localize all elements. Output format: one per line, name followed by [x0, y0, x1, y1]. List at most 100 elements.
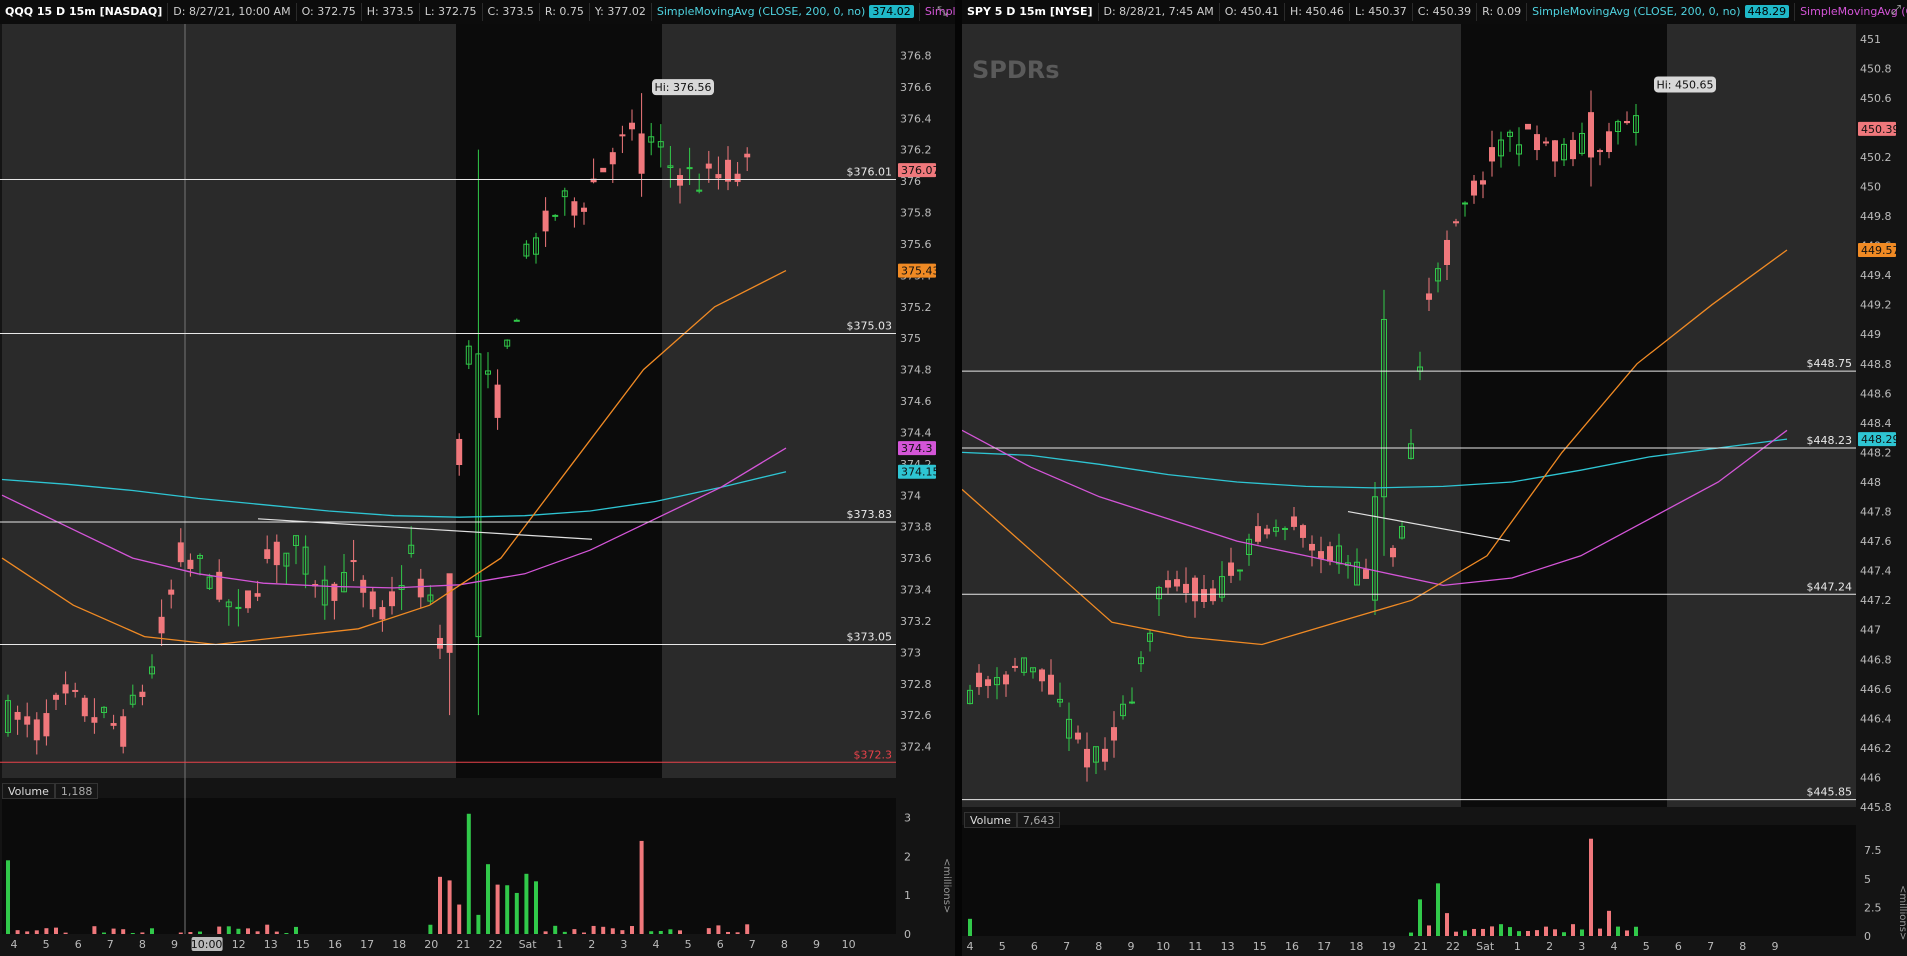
- volume-bar: [1589, 838, 1593, 936]
- candle-body: [43, 713, 50, 737]
- price-tag-label: 374.3: [901, 442, 933, 455]
- candle-body: [379, 607, 386, 620]
- price-level-label: $373.05: [847, 630, 893, 643]
- candle-body: [542, 210, 549, 232]
- x-tick-label: 22: [1446, 940, 1460, 953]
- y-tick-label: 375.8: [900, 207, 932, 220]
- candle-body: [1525, 123, 1531, 130]
- y-tick-label: 446: [1860, 771, 1881, 784]
- x-tick-label: 22: [489, 938, 503, 951]
- volume-tick-label: 0: [1864, 930, 1871, 943]
- y-tick-label: 449.2: [1860, 299, 1892, 312]
- volume-bar: [572, 929, 577, 934]
- price-tag-label: 448.29: [1861, 433, 1900, 446]
- x-tick-label: 8: [139, 938, 146, 951]
- x-tick-label: 13: [264, 938, 278, 951]
- volume-bar: [6, 860, 10, 934]
- volume-bar: [1481, 928, 1485, 936]
- volume-bar: [1418, 899, 1422, 936]
- spy-chart-panel[interactable]: SPY 5 D 15m [NYSE] D: 8/28/21, 7:45 AM O…: [962, 0, 1907, 956]
- candle-body: [235, 606, 242, 609]
- volume-bar: [486, 864, 490, 934]
- candle-body: [1300, 525, 1306, 538]
- candle-body: [985, 679, 991, 686]
- volume-bar: [543, 931, 548, 934]
- volume-bar: [476, 914, 481, 934]
- candle-body: [734, 173, 741, 182]
- volume-bar: [34, 930, 39, 934]
- candle-body: [1210, 588, 1216, 602]
- x-tick-label: 13: [1221, 940, 1235, 953]
- volume-bar: [1634, 926, 1638, 936]
- candle-body: [600, 167, 607, 173]
- candle-body: [1453, 221, 1459, 224]
- candle-body: [581, 207, 587, 212]
- y-tick-label: 448.8: [1860, 358, 1892, 371]
- volume-tick-label: 2.5: [1864, 901, 1882, 914]
- candle-body: [33, 719, 40, 741]
- candle-body: [158, 616, 165, 634]
- price-tag-label: 375.43: [901, 265, 940, 278]
- volume-bar: [1625, 930, 1629, 936]
- x-tick-label: 17: [360, 938, 374, 951]
- qqq-chart-panel[interactable]: QQQ 15 D 15m [NASDAQ] D: 8/27/21, 10:00 …: [0, 0, 955, 956]
- candle-body: [369, 591, 376, 610]
- price-level-label: $372.3: [854, 748, 893, 761]
- x-tick-label: 15: [296, 938, 310, 951]
- price-tag-label: 450.39: [1861, 123, 1900, 136]
- y-tick-label: 372.6: [900, 709, 932, 722]
- candle-body: [1543, 141, 1549, 144]
- volume-axis-unit: <millions>: [1897, 885, 1907, 940]
- candle-body: [609, 152, 616, 165]
- maximize-icon[interactable]: ⤡: [937, 4, 947, 19]
- x-tick-label: Sat: [519, 938, 538, 951]
- volume-bar: [1490, 926, 1494, 936]
- candle-body: [1318, 551, 1324, 559]
- candle-body: [744, 153, 751, 158]
- y-tick-label: 373.8: [900, 521, 932, 534]
- qqq-price-chart[interactable]: 372.4372.6372.8373373.2373.4373.6373.837…: [0, 0, 955, 956]
- x-tick-label: 6: [717, 938, 724, 951]
- volume-bar: [591, 925, 596, 934]
- y-tick-label: 376.2: [900, 144, 932, 157]
- candle-body: [705, 163, 712, 169]
- volume-bar: [121, 929, 126, 934]
- x-tick-label: 9: [171, 938, 178, 951]
- candle-body: [254, 593, 261, 597]
- volume-bar: [1535, 930, 1539, 936]
- candle-body: [1174, 579, 1180, 587]
- y-tick-label: 450.6: [1860, 92, 1892, 105]
- y-tick-label: 375.6: [900, 238, 932, 251]
- volume-tick-label: 5: [1864, 873, 1871, 886]
- candle-body: [1327, 546, 1333, 562]
- x-tick-label: 16: [1285, 940, 1299, 953]
- candle-body: [360, 579, 367, 593]
- candle-body: [1012, 665, 1018, 669]
- panel-divider[interactable]: ⤡: [937, 0, 962, 956]
- y-tick-label: 374.6: [900, 395, 932, 408]
- volume-bar: [658, 930, 663, 934]
- candle-body: [24, 716, 31, 725]
- y-tick-label: 448.2: [1860, 446, 1892, 459]
- candle-body: [552, 214, 559, 217]
- spy-price-chart[interactable]: 445.8446446.2446.4446.6446.8447447.2447.…: [962, 0, 1907, 956]
- candle-body: [264, 549, 271, 559]
- volume-axis-unit: <millions>: [941, 858, 952, 913]
- candle-body: [619, 134, 626, 137]
- x-tick-label: 19: [1382, 940, 1396, 953]
- high-callout-label: Hi: 450.65: [1656, 78, 1713, 91]
- price-level-label: $373.83: [847, 508, 893, 521]
- volume-bar: [140, 932, 145, 934]
- candle-body: [1552, 140, 1558, 162]
- volume-bar: [968, 918, 972, 936]
- price-level-label: $448.23: [1807, 434, 1853, 447]
- y-tick-label: 449.8: [1860, 210, 1892, 223]
- candle-body: [1075, 732, 1081, 740]
- price-plot-area: [962, 24, 1856, 807]
- volume-bar: [534, 881, 538, 934]
- x-tick-label: 3: [1578, 940, 1585, 953]
- volume-bar: [1436, 883, 1440, 936]
- volume-bar: [54, 927, 58, 934]
- candle-body: [1003, 674, 1009, 685]
- candle-body: [62, 684, 69, 694]
